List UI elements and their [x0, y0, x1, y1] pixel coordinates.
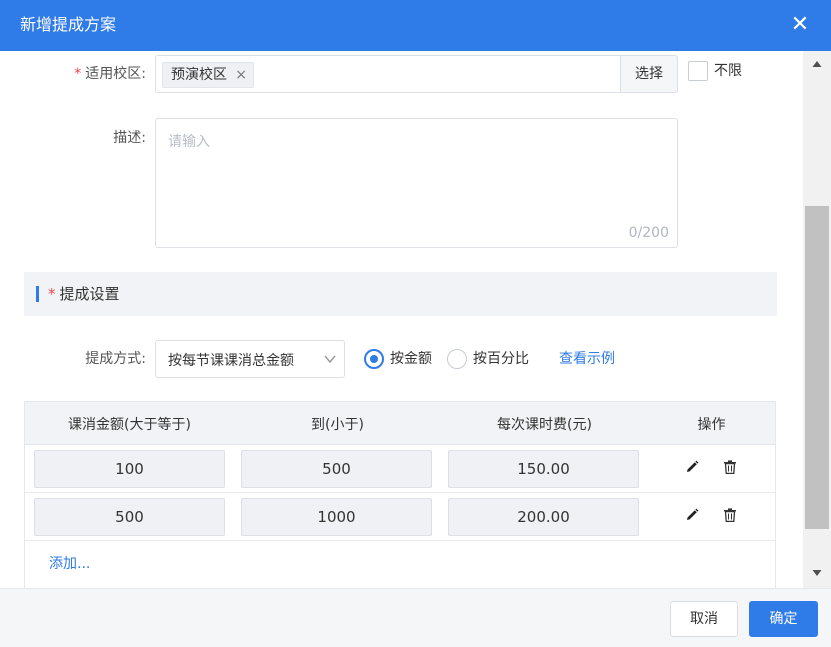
unlimited-label: 不限	[714, 63, 742, 79]
unlimited-checkbox[interactable]	[688, 61, 708, 81]
table-row: 100 500 150.00	[25, 445, 775, 493]
column-header-actions: 操作	[697, 417, 726, 433]
scrollbar-thumb[interactable]	[805, 206, 829, 529]
description-placeholder: 请输入	[168, 134, 210, 150]
view-example-link[interactable]: 查看示例	[559, 349, 615, 369]
column-header-to: 到(小于)	[311, 417, 364, 433]
section-required-mark: *	[48, 285, 56, 303]
campus-label-text: 适用校区:	[85, 66, 146, 82]
campus-label: * 适用校区:	[58, 64, 146, 84]
campus-tag: 预演校区 ×	[162, 62, 254, 88]
close-icon[interactable]: ✕	[787, 12, 813, 38]
dialog-footer: 取消 确定	[0, 588, 831, 647]
method-selected-value: 按每节课课消总金额	[168, 353, 294, 369]
from-amount-input[interactable]: 100	[34, 450, 225, 488]
radio-by-percentage-label: 按百分比	[473, 351, 529, 367]
vertical-scrollbar[interactable]	[803, 51, 831, 588]
commission-table: 课消金额(大于等于) 到(小于) 每次课时费(元) 操作 100 500 150…	[24, 401, 776, 588]
remove-tag-icon[interactable]: ×	[235, 63, 247, 87]
section-title: * 提成设置	[48, 284, 120, 304]
campus-selector-field[interactable]: 预演校区 ×	[155, 55, 621, 93]
trash-icon[interactable]	[722, 459, 738, 475]
radio-by-percentage-dot[interactable]	[447, 349, 467, 369]
method-select[interactable]: 按每节课课消总金额	[155, 340, 345, 378]
commission-settings-header: * 提成设置	[24, 272, 777, 316]
dialog-title: 新增提成方案	[20, 15, 117, 34]
edit-icon[interactable]	[684, 507, 700, 523]
dialog-titlebar: 新增提成方案 ✕	[0, 0, 831, 51]
section-title-text: 提成设置	[59, 285, 120, 303]
cancel-button[interactable]: 取消	[670, 601, 738, 637]
scroll-down-arrow-icon[interactable]	[803, 560, 831, 588]
to-amount-input[interactable]: 1000	[241, 498, 432, 536]
radio-by-amount[interactable]: 按金额	[364, 349, 432, 369]
radio-by-percentage[interactable]: 按百分比	[447, 349, 529, 369]
fee-input[interactable]: 200.00	[448, 498, 639, 536]
fee-input[interactable]: 150.00	[448, 450, 639, 488]
method-label: 提成方式:	[85, 351, 146, 367]
column-header-from: 课消金额(大于等于)	[68, 417, 191, 433]
add-row-link[interactable]: 添加...	[49, 554, 90, 574]
radio-by-amount-label: 按金额	[390, 351, 432, 367]
section-accent-bar	[36, 286, 39, 302]
table-row: 500 1000 200.00	[25, 493, 775, 541]
campus-tag-label: 预演校区	[171, 67, 227, 83]
description-label: 描述:	[113, 130, 146, 146]
unlimited-checkbox-group[interactable]: 不限	[688, 61, 742, 81]
confirm-button[interactable]: 确定	[749, 601, 818, 637]
trash-icon[interactable]	[722, 507, 738, 523]
chevron-down-icon	[324, 349, 336, 373]
column-header-fee: 每次课时费(元)	[497, 417, 592, 433]
required-mark: *	[74, 66, 82, 82]
radio-by-amount-dot[interactable]	[364, 349, 384, 369]
select-campus-button[interactable]: 选择	[620, 55, 678, 93]
description-textarea[interactable]: 请输入 0/200	[155, 118, 678, 248]
scroll-up-arrow-icon[interactable]	[803, 51, 831, 79]
from-amount-input[interactable]: 500	[34, 498, 225, 536]
edit-icon[interactable]	[684, 459, 700, 475]
dialog-body: * 适用校区: 预演校区 × 选择 不限 描述: 请输入 0/200 * 提成设置 …	[0, 51, 803, 588]
table-header: 课消金额(大于等于) 到(小于) 每次课时费(元) 操作	[25, 402, 775, 445]
character-counter: 0/200	[628, 225, 669, 241]
to-amount-input[interactable]: 500	[241, 450, 432, 488]
